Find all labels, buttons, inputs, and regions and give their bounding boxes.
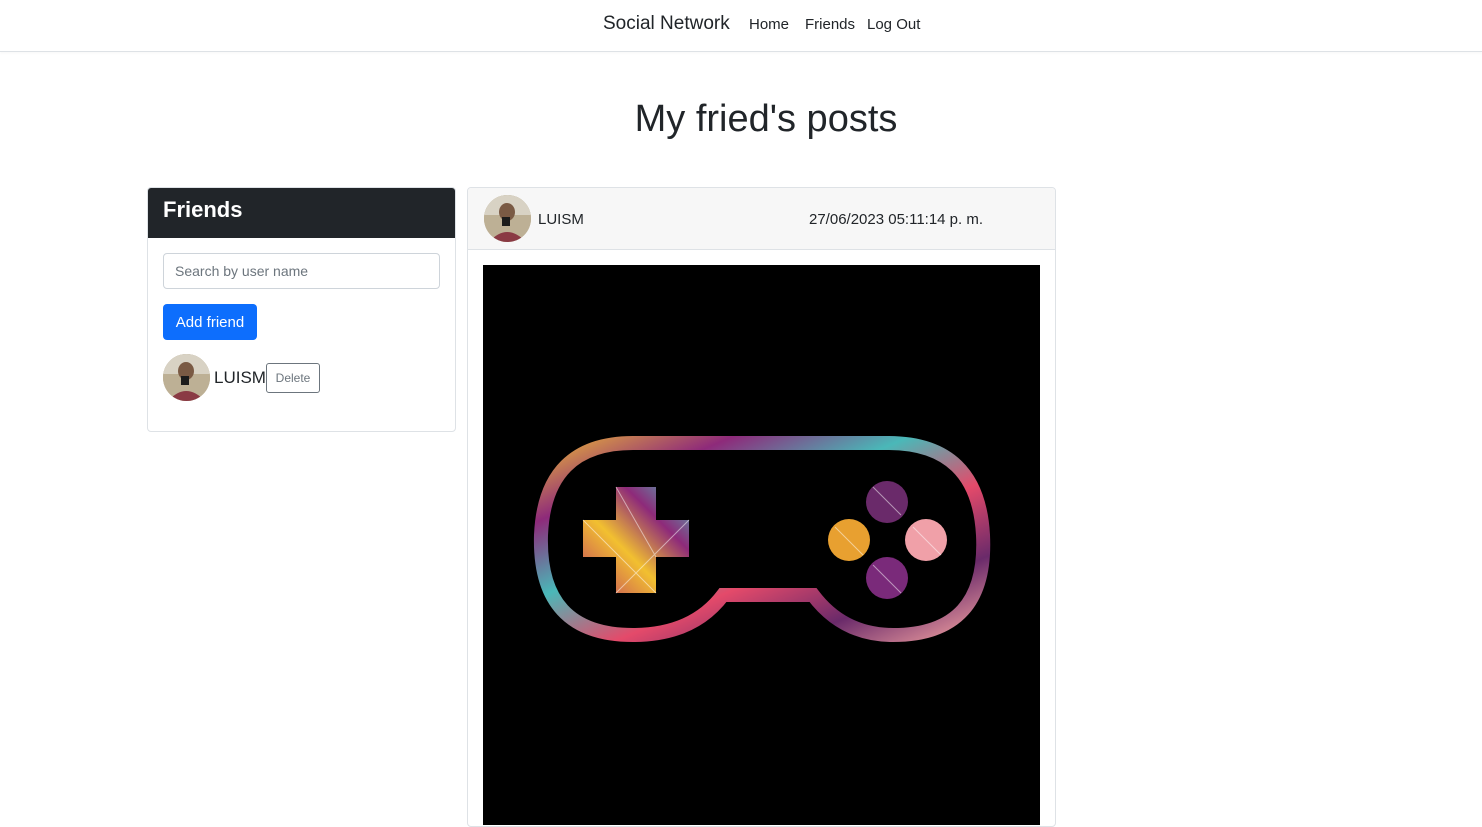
brand-link[interactable]: Social Network [603,13,730,35]
nav-home-link[interactable]: Home [749,16,789,33]
post-card: LUISM 27/06/2023 05:11:14 p. m. [467,187,1056,827]
gamepad-icon [533,436,991,643]
post-header: LUISM 27/06/2023 05:11:14 p. m. [468,188,1055,250]
post-timestamp: 27/06/2023 05:11:14 p. m. [809,211,984,228]
nav-friends-link[interactable]: Friends [805,16,855,33]
friends-panel-title: Friends [148,188,455,238]
post-author-name: LUISM [538,211,584,228]
delete-friend-button[interactable]: Delete [266,363,320,393]
top-navbar: Social Network Home Friends Log Out [0,0,1482,52]
friend-list-item: LUISM Delete [163,354,443,402]
friend-search-input[interactable] [163,253,440,289]
friend-name: LUISM [214,368,266,387]
friend-avatar [163,354,210,401]
post-author-avatar [484,195,531,242]
post-image [483,265,1040,825]
page-title: My fried's posts [634,98,898,140]
friends-panel: Friends Add friend LUISM Delete [147,187,456,432]
add-friend-button[interactable]: Add friend [163,304,257,340]
nav-logout-link[interactable]: Log Out [867,16,920,33]
